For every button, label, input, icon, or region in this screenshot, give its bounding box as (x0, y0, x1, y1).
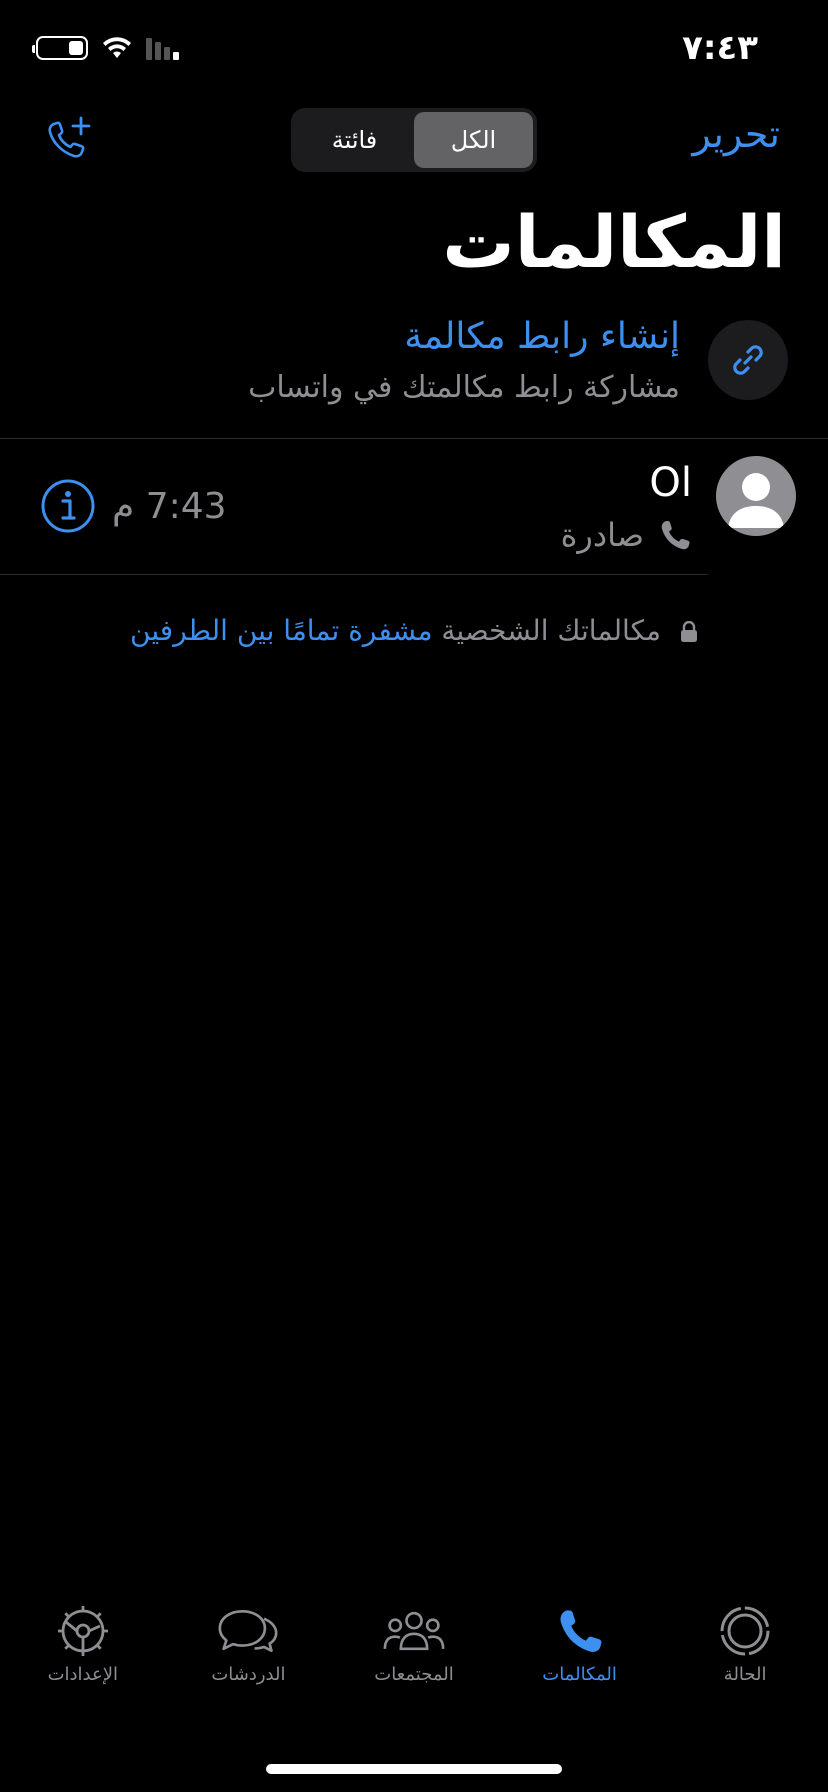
status-time: ٧:٤٣ (682, 28, 758, 68)
tab-label: الدردشات (211, 1664, 286, 1685)
phone-icon (560, 1610, 601, 1652)
encryption-note: مكالماتك الشخصية مشفرة تمامًا بين الطرفي… (0, 614, 828, 647)
call-type-label: صادرة (560, 516, 644, 554)
call-list-item[interactable]: Ol صادرة 7:43 م (0, 446, 828, 572)
create-call-link-row[interactable]: إنشاء رابط مكالمة مشاركة رابط مكالمتك في… (0, 316, 828, 436)
page-title: المكالمات (442, 200, 786, 284)
add-call-icon[interactable] (44, 116, 94, 166)
calls-screen: ٧:٤٣ تحرير فائتة الكل المكالمات إنشاء را… (0, 0, 828, 1792)
create-link-subtitle: مشاركة رابط مكالمتك في واتساب (248, 370, 680, 405)
settings-icon (57, 1606, 108, 1656)
tab-bar: الحالة المكالمات المجتمعات الدردشات الإع… (0, 1602, 828, 1712)
tab-settings[interactable]: الإعدادات (0, 1602, 166, 1712)
edit-button[interactable]: تحرير (692, 112, 780, 156)
info-icon[interactable] (40, 478, 96, 534)
encryption-note-text: مكالماتك الشخصية (441, 614, 662, 647)
call-direction: صادرة (561, 516, 692, 554)
phone-icon (661, 521, 690, 550)
tab-label: الإعدادات (47, 1664, 118, 1685)
tab-label: المكالمات (542, 1664, 617, 1685)
lock-icon (680, 621, 697, 642)
tab-status[interactable]: الحالة (662, 1602, 828, 1712)
status-bar: ٧:٤٣ (0, 28, 828, 72)
home-indicator (266, 1764, 562, 1774)
tab-all[interactable]: الكل (414, 112, 533, 168)
tab-missed[interactable]: فائتة (295, 112, 414, 168)
encryption-link[interactable]: مشفرة تمامًا بين الطرفين (130, 614, 432, 647)
tab-calls[interactable]: المكالمات (497, 1602, 663, 1712)
tab-label: الحالة (723, 1664, 767, 1685)
call-time: 7:43 م (112, 486, 227, 527)
tab-communities[interactable]: المجتمعات (331, 1602, 497, 1712)
divider (0, 574, 708, 575)
cellular-signal-icon (146, 36, 179, 60)
create-link-title: إنشاء رابط مكالمة (404, 316, 680, 357)
battery-icon (32, 36, 88, 60)
tab-label: المجتمعات (374, 1664, 454, 1685)
tab-chats[interactable]: الدردشات (166, 1602, 332, 1712)
communities-icon (383, 1611, 445, 1651)
calls-filter-segmented-control: فائتة الكل (291, 108, 537, 172)
wifi-icon (103, 37, 131, 58)
contact-name: Ol (649, 460, 692, 506)
avatar (716, 456, 796, 536)
link-icon-circle (708, 320, 788, 400)
link-icon (733, 345, 763, 375)
divider (0, 438, 828, 439)
status-icons (32, 36, 179, 60)
chats-icon (218, 1609, 278, 1653)
status-icon (720, 1606, 770, 1656)
